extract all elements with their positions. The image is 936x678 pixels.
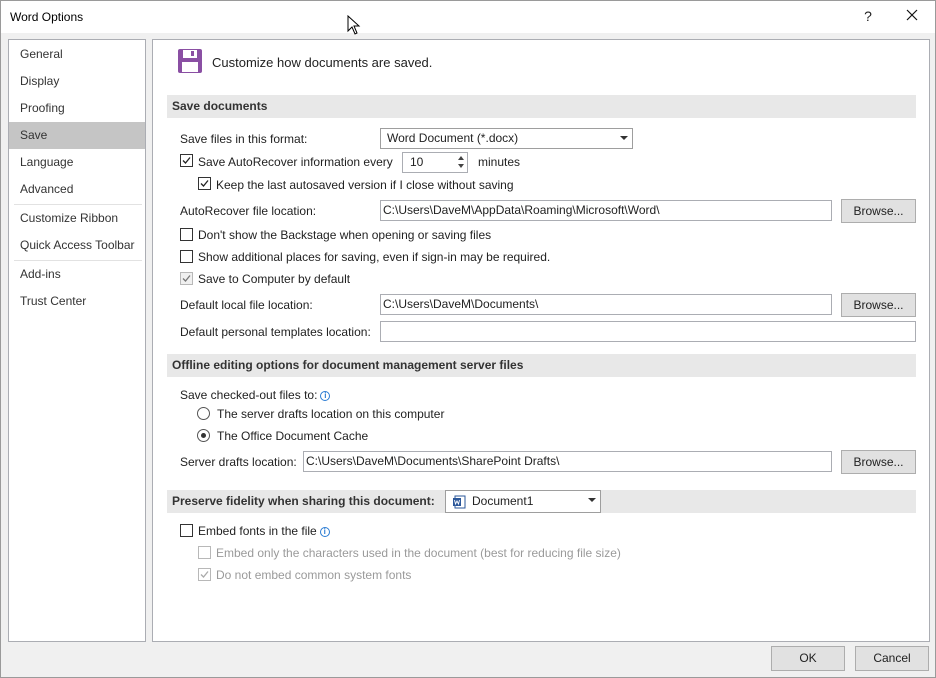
word-options-dialog: Word Options ? General Display Proofing … xyxy=(0,0,936,678)
default-local-input[interactable]: C:\Users\DaveM\Documents\ xyxy=(380,294,832,315)
do-not-embed-checkbox[interactable] xyxy=(198,568,211,581)
dialog-title: Word Options xyxy=(10,10,84,24)
do-not-embed-label: Do not embed common system fonts xyxy=(216,568,412,582)
autorecover-browse-button[interactable]: Browse... xyxy=(841,199,916,223)
info-icon[interactable]: i xyxy=(320,391,331,401)
server-drafts-radio[interactable] xyxy=(197,407,210,420)
checkmark-icon xyxy=(200,571,209,578)
fidelity-document-value: Document1 xyxy=(472,494,534,508)
page-header: Customize how documents are saved. xyxy=(212,55,433,70)
nav-item-quick-access-toolbar[interactable]: Quick Access Toolbar xyxy=(9,232,145,259)
checkmark-icon xyxy=(182,157,191,164)
checkmark-icon xyxy=(182,275,191,282)
autorecover-minutes-spinner[interactable]: 10 xyxy=(402,152,468,173)
checked-out-label-text: Save checked-out files to: xyxy=(180,388,318,402)
info-icon[interactable]: i xyxy=(319,527,330,537)
autorecover-location-label: AutoRecover file location: xyxy=(180,204,317,218)
format-label: Save files in this format: xyxy=(180,132,308,146)
radio-selected-dot xyxy=(201,433,206,438)
server-drafts-location-label: Server drafts location: xyxy=(180,455,297,469)
format-dropdown[interactable]: Word Document (*.docx) xyxy=(380,128,633,149)
save-floppy-icon xyxy=(178,49,202,73)
templates-label: Default personal templates location: xyxy=(180,325,371,339)
nav-item-language[interactable]: Language xyxy=(9,149,145,176)
backstage-checkbox[interactable] xyxy=(180,228,193,241)
spin-down-icon[interactable] xyxy=(458,164,464,168)
backstage-label: Don't show the Backstage when opening or… xyxy=(198,228,492,242)
embed-fonts-label: Embed fonts in the file i xyxy=(198,524,330,538)
spin-up-icon[interactable] xyxy=(458,156,464,160)
autorecover-label: Save AutoRecover information every xyxy=(198,155,393,169)
templates-location-input[interactable] xyxy=(380,321,916,342)
nav-item-customize-ribbon[interactable]: Customize Ribbon xyxy=(9,205,145,232)
office-cache-option-label: The Office Document Cache xyxy=(217,429,369,443)
additional-places-checkbox[interactable] xyxy=(180,250,193,263)
additional-places-label: Show additional places for saving, even … xyxy=(198,250,551,264)
help-button[interactable]: ? xyxy=(858,6,878,26)
close-icon xyxy=(906,9,918,21)
chevron-down-icon xyxy=(588,498,596,502)
autorecover-location-input[interactable]: C:\Users\DaveM\AppData\Roaming\Microsoft… xyxy=(380,200,832,221)
office-cache-radio[interactable] xyxy=(197,429,210,442)
server-drafts-option-label: The server drafts location on this compu… xyxy=(217,407,445,421)
save-computer-label: Save to Computer by default xyxy=(198,272,351,286)
default-local-browse-button[interactable]: Browse... xyxy=(841,293,916,317)
checkmark-icon xyxy=(200,180,209,187)
close-button[interactable] xyxy=(899,4,925,28)
nav-item-proofing[interactable]: Proofing xyxy=(9,95,145,122)
autorecover-checkbox[interactable] xyxy=(180,154,193,167)
keep-last-checkbox[interactable] xyxy=(198,177,211,190)
save-options-panel: Customize how documents are saved. Save … xyxy=(152,39,930,642)
section-save-documents: Save documents xyxy=(167,95,916,118)
nav-item-trust-center[interactable]: Trust Center xyxy=(9,288,145,315)
server-drafts-location-input[interactable]: C:\Users\DaveM\Documents\SharePoint Draf… xyxy=(303,451,832,472)
nav-item-display[interactable]: Display xyxy=(9,68,145,95)
section-offline-editing: Offline editing options for document man… xyxy=(167,354,916,377)
default-local-label: Default local file location: xyxy=(180,298,313,312)
embed-fonts-label-text: Embed fonts in the file xyxy=(198,524,317,538)
nav-item-advanced[interactable]: Advanced xyxy=(9,176,145,203)
title-bar: Word Options ? xyxy=(1,1,935,35)
autorecover-minutes-value: 10 xyxy=(410,155,424,169)
mouse-cursor-icon xyxy=(347,15,361,35)
minutes-label: minutes xyxy=(478,155,521,169)
embed-only-checkbox[interactable] xyxy=(198,546,211,559)
ok-button[interactable]: OK xyxy=(771,646,845,671)
nav-item-save[interactable]: Save xyxy=(9,122,145,149)
server-drafts-browse-button[interactable]: Browse... xyxy=(841,450,916,474)
format-value: Word Document (*.docx) xyxy=(387,131,519,145)
word-document-icon xyxy=(453,495,466,509)
chevron-down-icon xyxy=(620,136,628,140)
save-computer-checkbox[interactable] xyxy=(180,272,193,285)
embed-fonts-checkbox[interactable] xyxy=(180,524,193,537)
fidelity-document-dropdown[interactable]: Document1 xyxy=(445,490,601,513)
category-sidebar: General Display Proofing Save Language A… xyxy=(8,39,146,642)
nav-item-add-ins[interactable]: Add-ins xyxy=(9,261,145,288)
nav-item-general[interactable]: General xyxy=(9,41,145,68)
embed-only-label: Embed only the characters used in the do… xyxy=(216,546,621,560)
cancel-button[interactable]: Cancel xyxy=(855,646,929,671)
keep-last-label: Keep the last autosaved version if I clo… xyxy=(216,178,514,192)
checked-out-label: Save checked-out files to: i xyxy=(180,388,331,402)
